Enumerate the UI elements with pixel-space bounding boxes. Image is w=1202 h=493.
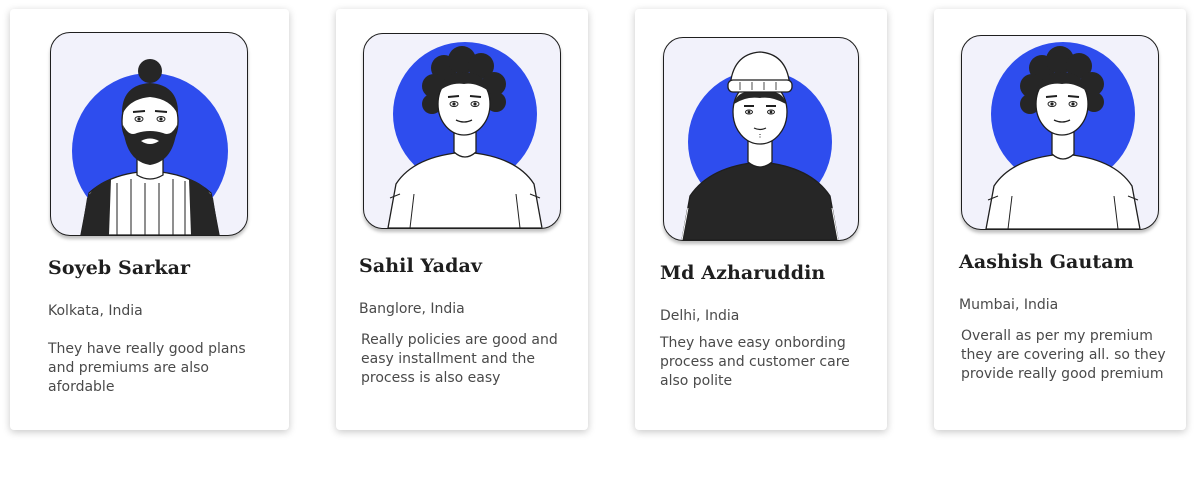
- testimonial-card: Sahil Yadav Banglore, India Really polic…: [336, 9, 588, 430]
- customer-name: Aashish Gautam: [959, 251, 1134, 273]
- avatar: [50, 32, 248, 236]
- customer-location: Kolkata, India: [48, 303, 143, 319]
- curly-hair-man-avatar-icon: [387, 42, 543, 228]
- curly-hair-man-avatar-icon: [985, 42, 1141, 229]
- avatar: [363, 33, 561, 229]
- customer-location: Banglore, India: [359, 301, 465, 317]
- bearded-man-topknot-avatar-icon: [72, 59, 228, 235]
- beanie-man-avatar-icon: [681, 51, 839, 240]
- customer-name: Md Azharuddin: [660, 262, 826, 284]
- testimonial-card: Aashish Gautam Mumbai, India Overall as …: [934, 9, 1186, 430]
- customer-review: They have really good plans and premiums…: [48, 341, 246, 395]
- testimonial-card: Md Azharuddin Delhi, India They have eas…: [635, 9, 887, 430]
- customer-review: Really policies are good and easy instal…: [361, 332, 558, 386]
- avatar: [961, 35, 1159, 230]
- customer-review: Overall as per my premium they are cover…: [961, 328, 1166, 382]
- customer-name: Soyeb Sarkar: [48, 257, 191, 279]
- customer-name: Sahil Yadav: [359, 255, 483, 277]
- avatar: [663, 37, 859, 241]
- customer-review: They have easy onbording process and cus…: [660, 335, 850, 389]
- testimonial-card: Soyeb Sarkar Kolkata, India They have re…: [10, 9, 289, 430]
- customer-location: Delhi, India: [660, 308, 740, 324]
- customer-location: Mumbai, India: [959, 297, 1059, 313]
